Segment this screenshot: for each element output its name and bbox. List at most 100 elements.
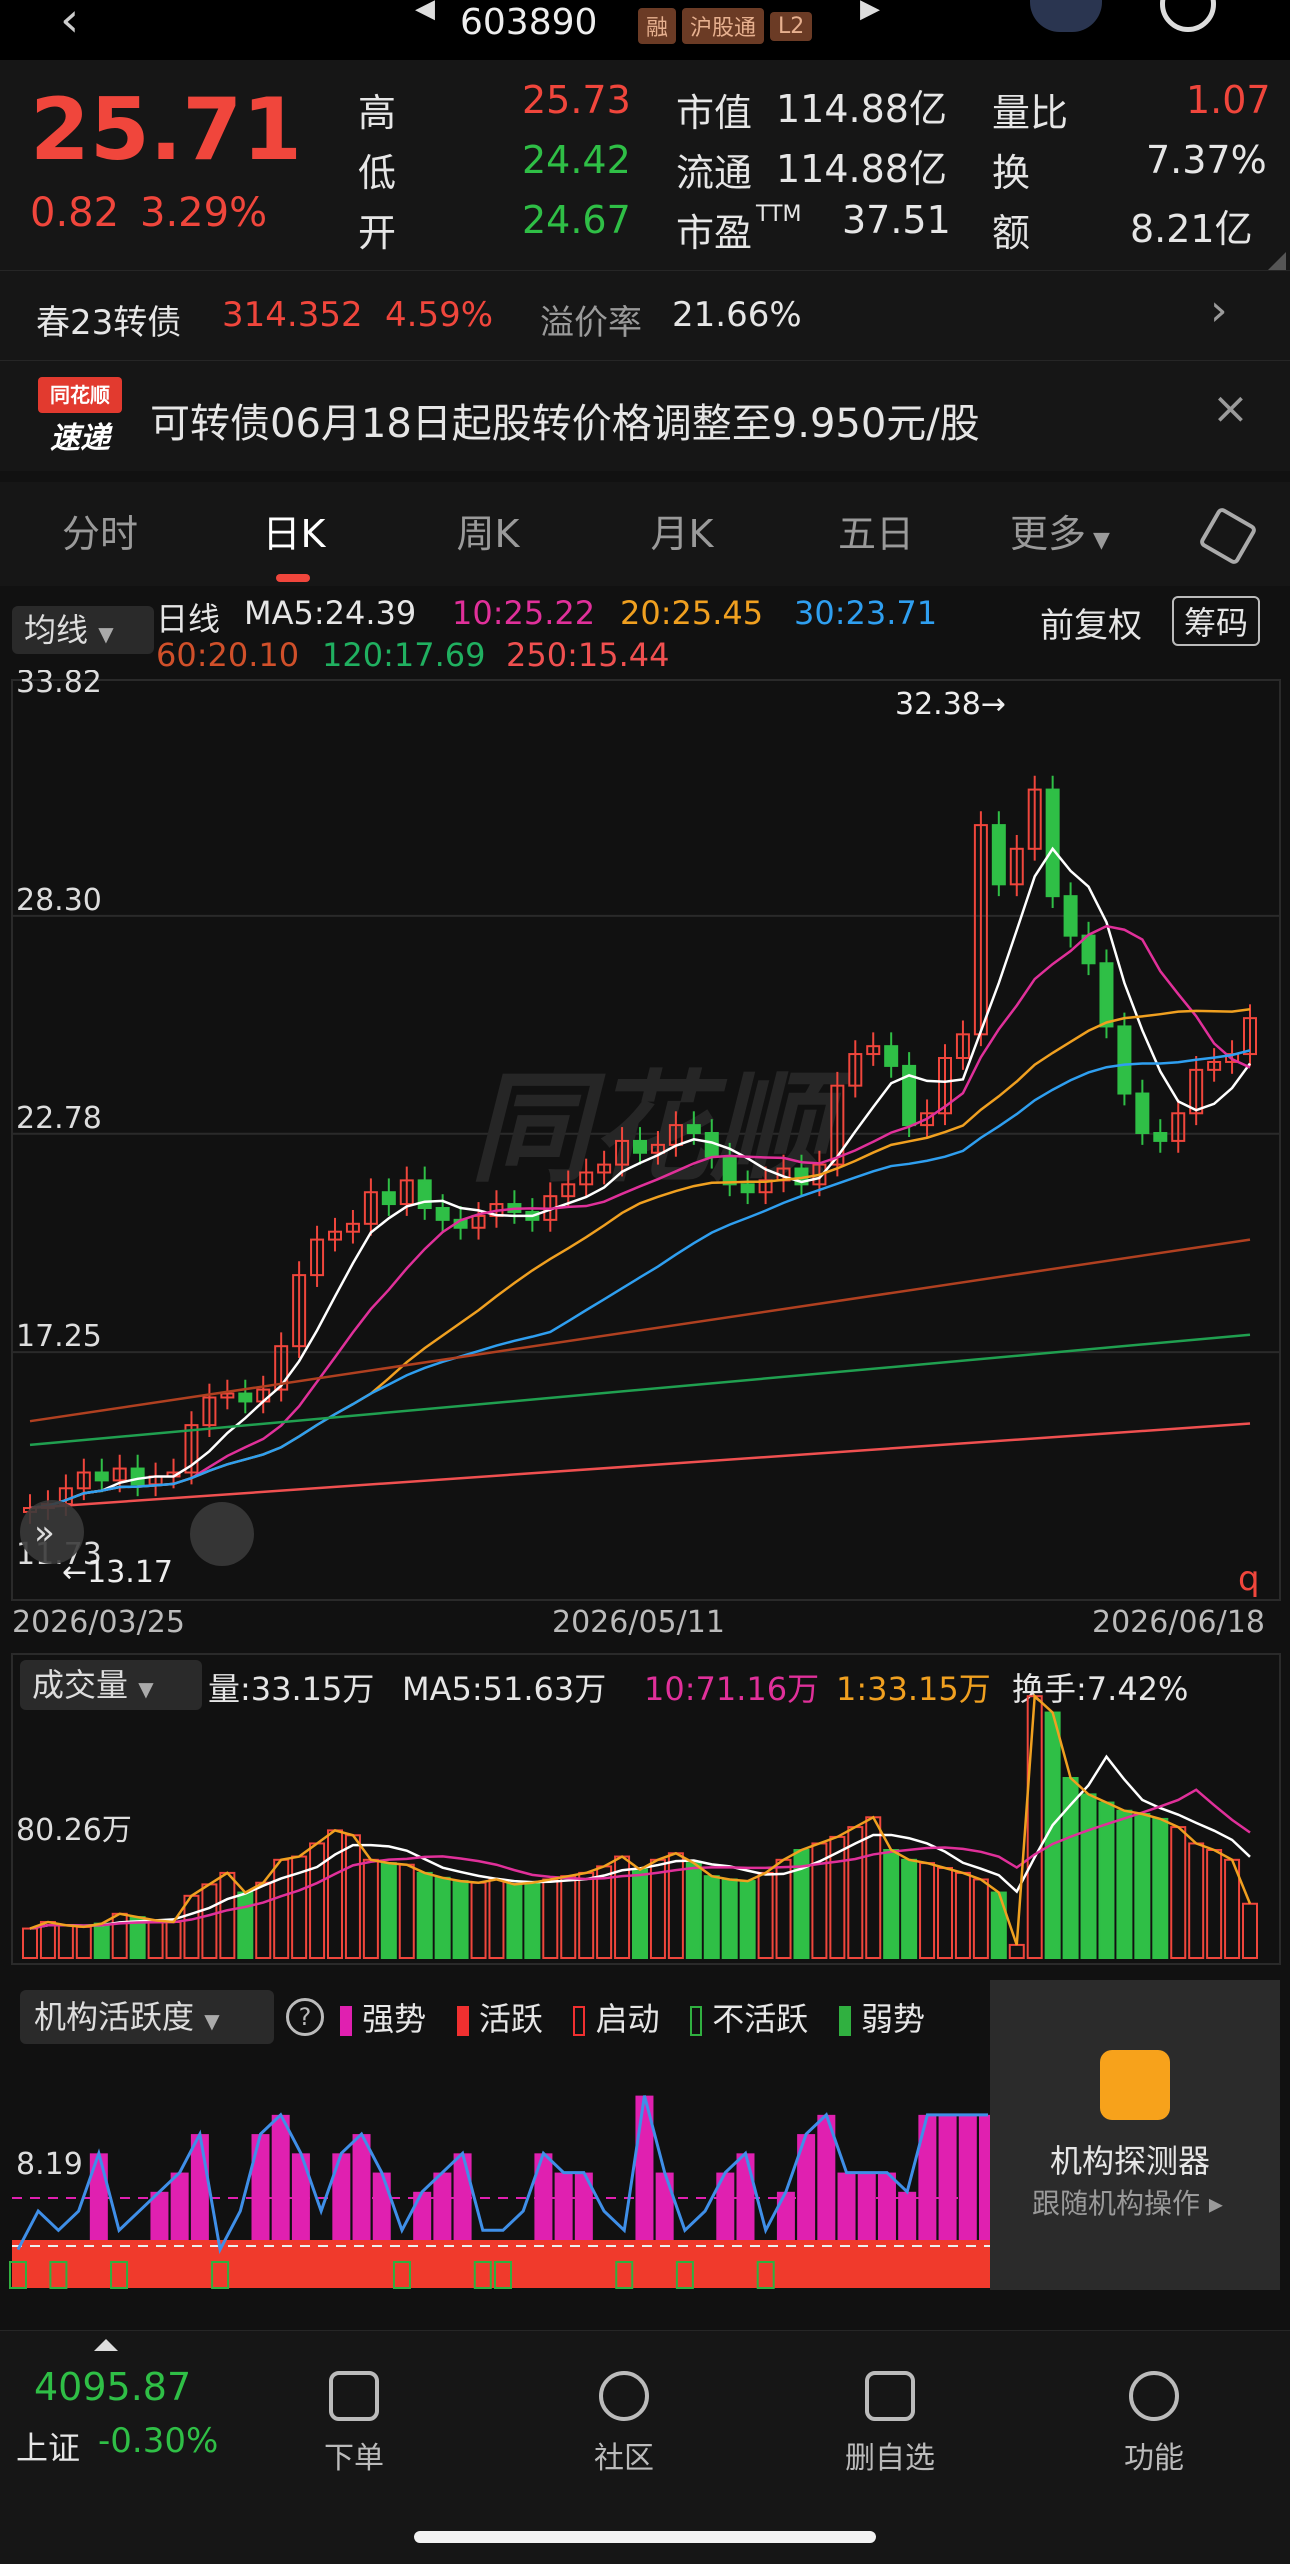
activity-bar-strong [372, 2172, 391, 2240]
ma20-label: 20:25.45 [620, 594, 764, 632]
activity-bar-strong [89, 2153, 108, 2240]
candle [991, 824, 1006, 886]
community-button[interactable]: 社区 [544, 2331, 704, 2477]
expand-corner-icon[interactable] [1268, 252, 1286, 270]
activity-bar-strong [736, 2153, 755, 2240]
chips-button[interactable]: 筹码 [1172, 596, 1261, 646]
price-change-pct: 3.29% [140, 190, 268, 236]
legend-inactive-swatch [690, 2006, 703, 2036]
open-value: 24.67 [522, 198, 631, 242]
next-stock-icon[interactable]: ▶ [860, 0, 880, 24]
volume-bar [309, 1842, 326, 1959]
functions-button[interactable]: 功能 [1074, 2331, 1234, 2477]
legend-active: 活跃 [478, 2000, 543, 2038]
candle [740, 1183, 755, 1194]
volume-bar [1026, 1695, 1043, 1959]
cb-change: 4.59% [385, 295, 494, 335]
logo-bottom: 速递 [50, 421, 110, 456]
tab-intraday[interactable]: 分时 [20, 482, 180, 586]
volume-bar [273, 1858, 290, 1959]
volume-bar [757, 1871, 774, 1959]
help-icon[interactable]: ? [286, 1998, 324, 2036]
chevron-right-icon[interactable]: › [1210, 285, 1228, 336]
activity-bar-strong [170, 2172, 189, 2240]
volume-bar [685, 1862, 702, 1959]
activity-selector-label: 机构活跃度 [34, 1998, 195, 2036]
back-icon[interactable]: ‹ [60, 0, 79, 48]
double-arrow-icon: » [34, 1513, 55, 1553]
tab-monthly[interactable]: 月K [602, 482, 762, 586]
legend-strong-swatch [340, 2006, 352, 2036]
activity-bar-strong [938, 2114, 957, 2240]
activity-bar-strong [776, 2191, 795, 2240]
volratio-label: 量比 [992, 91, 1069, 135]
volume-bar [542, 1878, 559, 1959]
volume-bar [560, 1875, 577, 1960]
caret-down-icon: ▼ [204, 2009, 220, 2033]
volume-bar [255, 1881, 272, 1960]
activity-bar-strong [958, 2114, 977, 2240]
activity-bar-strong [877, 2172, 896, 2240]
assistant-icon[interactable] [1030, 0, 1102, 32]
order-icon [329, 2371, 379, 2421]
convertible-bond-row[interactable]: 春23转债 314.352 4.59% 溢价率 21.66% › [0, 270, 1290, 361]
volume-bar [990, 1891, 1007, 1959]
mktcap-label: 市值 [676, 91, 753, 135]
float-label: 流通 [676, 151, 753, 195]
volume-bar [147, 1919, 164, 1960]
activity-selector[interactable]: 机构活跃度 ▼ [20, 1990, 274, 2044]
volume-bar [578, 1871, 595, 1959]
tab-more[interactable]: 更多 ▼ [990, 482, 1130, 586]
close-icon[interactable]: × [1212, 383, 1249, 434]
activity-bar-strong [554, 2172, 573, 2240]
volume-bar [165, 1921, 182, 1959]
candle [633, 1139, 647, 1154]
activity-bar-strong [251, 2134, 270, 2240]
candle [130, 1467, 145, 1486]
volume-bar [1242, 1902, 1258, 1959]
settings-icon[interactable] [1197, 505, 1259, 567]
activity-bar-strong [534, 2153, 553, 2240]
volume-bar [721, 1878, 738, 1959]
order-button[interactable]: 下单 [274, 2331, 434, 2477]
index-value[interactable]: 4095.87 [34, 2365, 191, 2409]
volume-bar [488, 1878, 505, 1959]
tab-five-day[interactable]: 五日 [796, 482, 956, 586]
bottom-nav: 4095.87 上证 -0.30% 下单 社区 删自选 功能 [0, 2330, 1290, 2564]
legend-weak: 弱势 [860, 2000, 925, 2038]
functions-icon [1129, 2371, 1179, 2421]
min-price-label: ←13.17 [62, 1555, 173, 1590]
volume-bar [1188, 1842, 1205, 1959]
quick-jump-icon: q [1238, 1559, 1260, 1599]
ma250-label: 250:15.44 [506, 636, 670, 674]
candlestick-chart[interactable]: 同花顺 33.8228.3022.7817.2511.73 32.38→ ←13… [0, 670, 1290, 1660]
volume-bar [362, 1858, 379, 1959]
volume-bar [434, 1876, 451, 1959]
news-notice[interactable]: 同花顺 速递 可转债06月18日起股转价格调整至9.950元/股 × [0, 360, 1290, 471]
candle [686, 1124, 701, 1135]
volume-chart[interactable]: 80.26万 [0, 1648, 1290, 1968]
last-price: 25.71 [30, 80, 303, 180]
search-icon[interactable] [1160, 0, 1216, 32]
prev-stock-icon[interactable]: ◀ [415, 0, 435, 24]
volume-bar [703, 1875, 720, 1960]
volume-bar [901, 1858, 918, 1959]
activity-chart[interactable]: 8.19 [0, 2056, 1000, 2296]
volume-bar [1008, 1943, 1025, 1959]
ma30-label: 30:23.71 [794, 594, 938, 632]
y-axis-labels: 33.8228.3022.7817.2511.73 [16, 670, 102, 1572]
tab-weekly[interactable]: 周K [408, 482, 568, 586]
x-label-end: 2026/06/18 [1092, 1605, 1265, 1640]
volume-bar [57, 1924, 74, 1960]
adjust-button[interactable]: 前复权 [1040, 598, 1142, 647]
ma-selector[interactable]: 均线 ▼ [12, 606, 154, 654]
price-change: 0.82 [30, 190, 120, 236]
volume-bar [22, 1927, 38, 1959]
amount-label: 额 [992, 211, 1031, 255]
volume-bar [452, 1880, 469, 1959]
remove-watchlist-button[interactable]: 删自选 [810, 2331, 970, 2477]
turnover-value: 7.37% [1146, 138, 1267, 182]
institution-detector-card[interactable]: 机构探测器 跟随机构操作 ▸ [990, 1980, 1280, 2290]
tab-daily[interactable]: 日K [214, 482, 374, 586]
volume-bar [1152, 1817, 1169, 1959]
